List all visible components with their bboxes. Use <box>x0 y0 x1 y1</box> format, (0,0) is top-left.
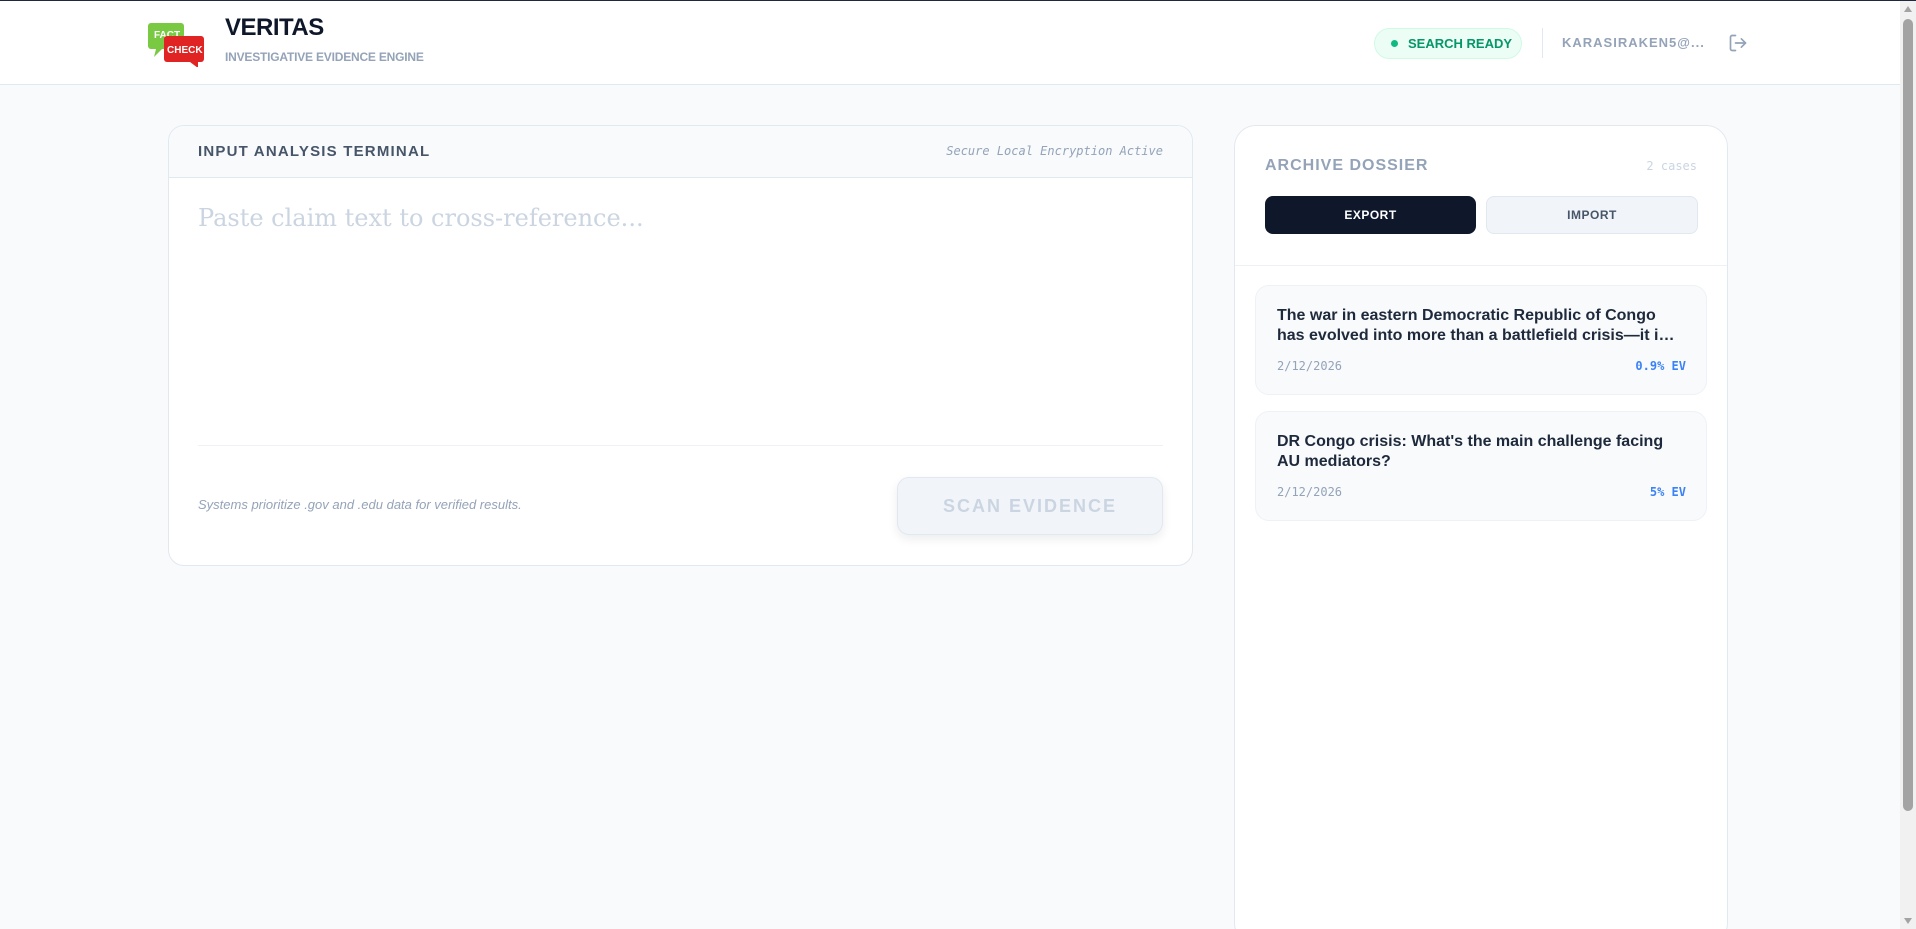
status-label: SEARCH READY <box>1408 36 1513 51</box>
scrollbar-thumb[interactable] <box>1903 19 1913 811</box>
case-date: 2/12/2026 <box>1277 485 1343 499</box>
case-list: The war in eastern Democratic Republic o… <box>1255 285 1707 537</box>
app-header: FACT CHECK VERITAS INVESTIGATIVE EVIDENC… <box>0 1 1900 85</box>
case-card[interactable]: The war in eastern Democratic Republic o… <box>1255 285 1707 395</box>
brand-title: VERITAS <box>225 14 324 41</box>
import-button[interactable]: IMPORT <box>1486 196 1698 234</box>
scroll-down-arrow-icon[interactable] <box>1900 913 1916 929</box>
archive-title: ARCHIVE DOSSIER <box>1265 157 1429 174</box>
archive-dossier-panel: ARCHIVE DOSSIER 2 cases EXPORT IMPORT Th… <box>1234 125 1728 929</box>
case-title: DR Congo crisis: What's the main challen… <box>1277 433 1664 470</box>
case-evidence-score: 5% EV <box>1649 485 1686 499</box>
input-panel-title: INPUT ANALYSIS TERMINAL <box>198 143 431 160</box>
brand-subtitle: INVESTIGATIVE EVIDENCE ENGINE <box>225 50 424 64</box>
header-divider <box>1542 28 1543 58</box>
case-evidence-score: 0.9% EV <box>1635 359 1686 373</box>
input-analysis-panel: INPUT ANALYSIS TERMINAL Secure Local Enc… <box>168 125 1193 566</box>
search-status-badge: SEARCH READY <box>1374 28 1522 59</box>
user-email[interactable]: KARASIRAKEN5@... <box>1562 35 1705 50</box>
archive-header: ARCHIVE DOSSIER 2 cases EXPORT IMPORT <box>1235 126 1727 266</box>
case-date: 2/12/2026 <box>1277 359 1343 373</box>
source-priority-hint: Systems prioritize .gov and .edu data fo… <box>198 497 522 512</box>
input-divider <box>198 445 1163 446</box>
status-dot-icon <box>1391 40 1398 47</box>
claim-text-input[interactable] <box>198 204 1163 394</box>
fact-check-logo: FACT CHECK <box>148 23 204 67</box>
logout-icon[interactable] <box>1728 33 1748 53</box>
export-button[interactable]: EXPORT <box>1265 196 1476 234</box>
case-title: The war in eastern Democratic Republic o… <box>1277 307 1668 344</box>
input-panel-header: INPUT ANALYSIS TERMINAL Secure Local Enc… <box>169 126 1192 178</box>
scroll-up-arrow-icon[interactable] <box>1900 1 1916 17</box>
scan-evidence-button[interactable]: SCAN EVIDENCE <box>897 477 1163 535</box>
case-card[interactable]: DR Congo crisis: What's the main challen… <box>1255 411 1707 521</box>
archive-case-count: 2 cases <box>1646 159 1697 173</box>
encryption-note: Secure Local Encryption Active <box>946 144 1163 158</box>
logo-text-check: CHECK <box>167 45 203 56</box>
page-scrollbar[interactable] <box>1900 1 1916 929</box>
